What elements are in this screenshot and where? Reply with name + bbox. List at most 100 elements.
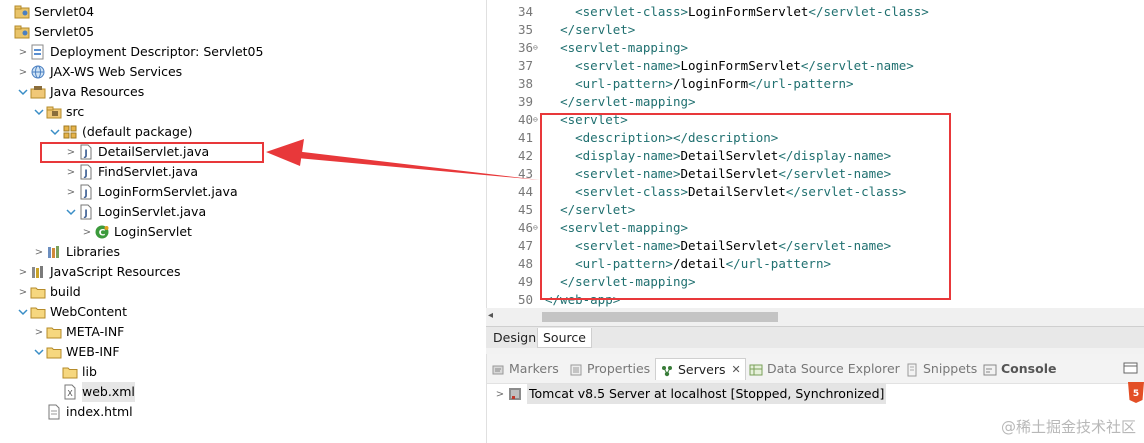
tree-item[interactable]: J LoginServlet.java: [64, 202, 206, 222]
tree-item[interactable]: > build: [16, 282, 81, 302]
tree-item[interactable]: Servlet04: [0, 2, 94, 22]
tree-item[interactable]: Java Resources: [16, 82, 144, 102]
chevron-right-icon[interactable]: >: [493, 384, 507, 404]
svg-text:J: J: [83, 169, 87, 179]
tree-item[interactable]: > C LoginServlet: [80, 222, 192, 242]
code-line[interactable]: 36 ⊖ <servlet-mapping>: [487, 39, 1144, 57]
chevron-down-icon[interactable]: [32, 342, 46, 362]
java-file-icon: J: [78, 184, 94, 200]
xml-tag: <servlet-name>: [575, 58, 681, 73]
tab-servers-label: Servers: [678, 361, 726, 377]
chevron-right-icon[interactable]: >: [64, 182, 78, 202]
highlight-box-servlet-config: [540, 113, 951, 300]
line-number: 36: [517, 40, 533, 55]
close-icon[interactable]: ✕: [732, 359, 741, 381]
chevron-right-icon[interactable]: >: [32, 242, 46, 262]
tree-item[interactable]: > Libraries: [32, 242, 120, 262]
code-line[interactable]: 34 <servlet-class>LoginFormServlet</serv…: [487, 3, 1144, 21]
xml-tag: <url-pattern>: [575, 76, 673, 91]
tree-item[interactable]: WEB-INF: [32, 342, 120, 362]
tab-markers[interactable]: Markers: [491, 358, 559, 380]
line-number: 38: [517, 76, 533, 91]
tab-data-source-explorer[interactable]: Data Source Explorer: [749, 358, 900, 380]
line-number: 37: [517, 58, 533, 73]
properties-icon: [569, 362, 583, 376]
java-file-icon: J: [78, 204, 94, 220]
tab-servers[interactable]: Servers ✕: [655, 358, 746, 380]
tree-item-label: LoginServlet.java: [98, 204, 207, 219]
tree-item-label: web.xml: [82, 382, 135, 402]
chevron-down-icon[interactable]: [48, 122, 62, 142]
scroll-left-icon[interactable]: ◂: [488, 310, 502, 324]
folder-icon: [46, 344, 62, 360]
chevron-right-icon[interactable]: >: [64, 162, 78, 182]
servlet-class-icon: C: [94, 224, 110, 240]
tab-source[interactable]: Source: [537, 328, 592, 348]
code-line[interactable]: 38 <url-pattern>/loginForm</url-pattern>: [487, 75, 1144, 93]
tree-item[interactable]: > JAX-WS Web Services: [16, 62, 182, 82]
tree-item[interactable]: WebContent: [16, 302, 127, 322]
javascript-resources-icon: [30, 264, 46, 280]
minimize-view-icon[interactable]: [1123, 361, 1139, 375]
deployment-descriptor-icon: [30, 44, 46, 60]
tree-item-label: META-INF: [66, 324, 125, 339]
server-entry[interactable]: > Tomcat v8.5 Server at localhost [Stopp…: [493, 384, 887, 404]
tree-item-label: LoginServlet: [114, 224, 192, 239]
fold-toggle-icon[interactable]: ⊖: [533, 39, 543, 57]
chevron-down-icon[interactable]: [16, 82, 30, 102]
tree-item[interactable]: Xweb.xml: [48, 382, 135, 402]
tree-item[interactable]: src: [32, 102, 84, 122]
project-icon: [14, 24, 30, 40]
code-text: </servlet-mapping>: [545, 93, 696, 111]
chevron-down-icon[interactable]: [32, 102, 46, 122]
chevron-down-icon[interactable]: [64, 202, 78, 222]
xml-text: [545, 4, 575, 19]
svg-text:J: J: [83, 189, 87, 199]
data-source-icon: [749, 362, 763, 376]
tree-item-label: build: [50, 284, 81, 299]
chevron-right-icon[interactable]: >: [32, 322, 46, 342]
code-line[interactable]: 37 <servlet-name>LoginFormServlet</servl…: [487, 57, 1144, 75]
line-number: 41: [517, 130, 533, 145]
xml-tag: </servlet-mapping>: [560, 94, 696, 109]
tree-item-label: src: [66, 104, 85, 119]
line-number: 39: [517, 94, 533, 109]
tree-item[interactable]: Servlet05: [0, 22, 94, 42]
xml-tag: </servlet-name>: [800, 58, 914, 73]
line-number: 48: [517, 256, 533, 271]
chevron-right-icon[interactable]: >: [80, 222, 94, 242]
tree-item[interactable]: > JavaScript Resources: [16, 262, 181, 282]
tree-item[interactable]: > J FindServlet.java: [64, 162, 198, 182]
line-number: 50: [517, 292, 533, 307]
chevron-right-icon[interactable]: >: [16, 62, 30, 82]
tab-snippets[interactable]: Snippets: [905, 358, 977, 380]
scrollbar-thumb[interactable]: [542, 312, 778, 322]
tree-item-label: WebContent: [50, 304, 127, 319]
code-line[interactable]: 39 </servlet-mapping>: [487, 93, 1144, 111]
tab-console[interactable]: Console: [983, 358, 1056, 380]
tab-design[interactable]: Design: [488, 328, 541, 348]
chevron-down-icon[interactable]: [16, 302, 30, 322]
tree-item[interactable]: index.html: [32, 402, 133, 422]
line-number: 45: [517, 202, 533, 217]
tab-properties[interactable]: Properties: [569, 358, 650, 380]
tree-item[interactable]: > Deployment Descriptor: Servlet05: [16, 42, 263, 62]
xml-tag: <servlet-class>: [575, 4, 688, 19]
tab-snippets-label: Snippets: [923, 361, 978, 376]
line-number: 35: [517, 22, 533, 37]
chevron-right-icon[interactable]: >: [16, 42, 30, 62]
package-icon: [62, 124, 78, 140]
chevron-right-icon[interactable]: >: [16, 282, 30, 302]
svg-text:J: J: [83, 209, 87, 219]
xml-text: [545, 40, 560, 55]
tree-item[interactable]: lib: [48, 362, 97, 382]
horizontal-scrollbar[interactable]: ◂: [486, 308, 1144, 326]
tree-item[interactable]: > J LoginFormServlet.java: [64, 182, 238, 202]
tree-item[interactable]: (default package): [48, 122, 192, 142]
line-number: 40: [517, 112, 533, 127]
code-line[interactable]: 35 </servlet>: [487, 21, 1144, 39]
chevron-right-icon[interactable]: >: [16, 262, 30, 282]
tree-item[interactable]: > META-INF: [32, 322, 125, 342]
